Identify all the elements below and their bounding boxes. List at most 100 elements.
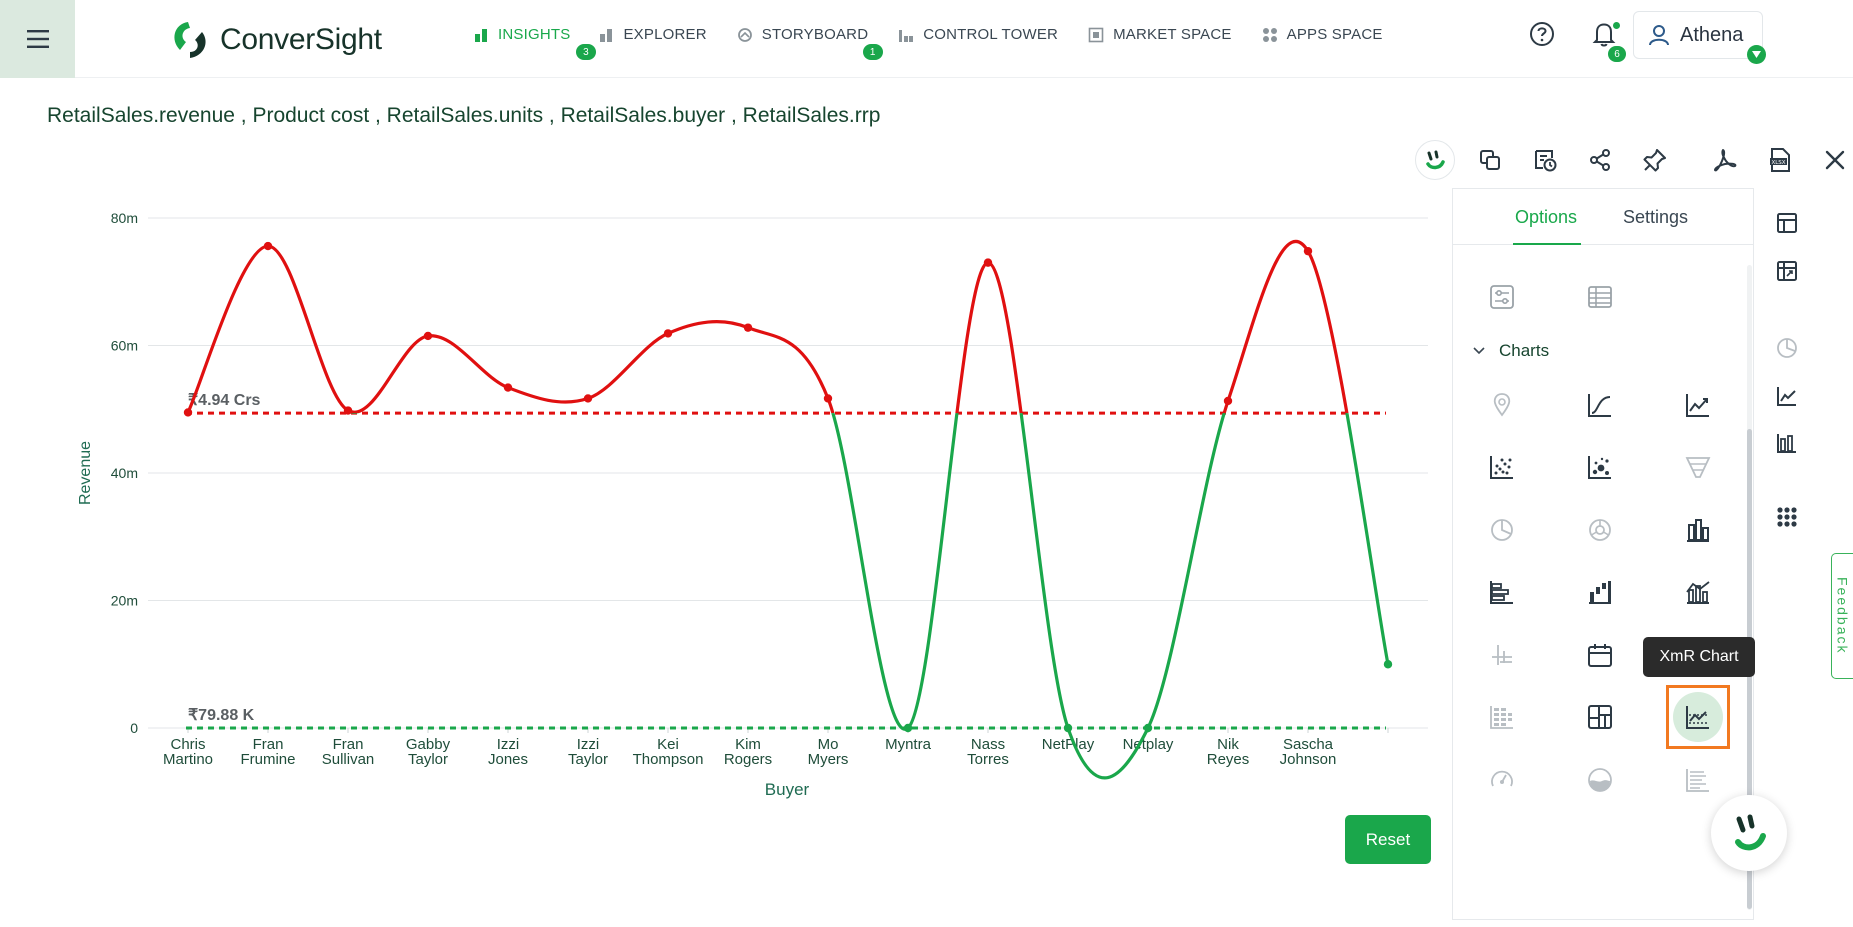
series-line-above xyxy=(186,240,1349,414)
data-point xyxy=(743,323,753,332)
share-button[interactable] xyxy=(1580,140,1620,180)
insights-badge: 3 xyxy=(576,44,596,60)
feedback-tab[interactable]: Feedback xyxy=(1831,553,1853,679)
data-point xyxy=(823,394,833,403)
chart-options-panel: Options Settings Charts xyxy=(1452,188,1754,920)
nav-explorer[interactable]: EXPLORER xyxy=(600,26,707,43)
pie-chart-icon xyxy=(1491,519,1513,541)
nav-market-space[interactable]: MARKET SPACE xyxy=(1088,26,1232,43)
app-logo[interactable]: ConverSight xyxy=(168,18,382,62)
x-tick-label: Kei Thompson xyxy=(633,736,704,768)
pdf-icon xyxy=(1714,149,1737,172)
scatter-chart-icon xyxy=(1490,456,1513,479)
storyboard-badge: 1 xyxy=(862,44,883,60)
apps-grid-icon xyxy=(1777,507,1797,527)
nav-insights[interactable]: INSIGHTS 3 xyxy=(475,26,596,60)
x-tick-label: Kim Rogers xyxy=(724,736,772,768)
y-tick-label: 0 xyxy=(130,720,138,736)
assistant-face-icon xyxy=(1426,150,1445,170)
spline-chart-option[interactable] xyxy=(1580,385,1620,425)
x-tick-label: Fran Sullivan xyxy=(322,736,375,768)
gauge-icon xyxy=(1491,770,1513,787)
chart-toolbar: XLSX xyxy=(1415,140,1853,180)
duplicate-button[interactable] xyxy=(1470,140,1510,180)
user-name: Athena xyxy=(1680,23,1744,46)
x-tick-label: Nass Torres xyxy=(967,736,1009,768)
line-chart-option[interactable] xyxy=(1678,385,1718,425)
progress-chart-option[interactable] xyxy=(1580,760,1620,800)
grid-table-icon xyxy=(1777,213,1797,233)
help-button[interactable] xyxy=(1522,14,1562,54)
rail-column-button[interactable] xyxy=(1772,428,1802,458)
nav-storyboard[interactable]: STORYBOARD 1 xyxy=(737,26,883,60)
assistant-button[interactable] xyxy=(1415,140,1455,180)
notifications-button[interactable]: 6 xyxy=(1584,14,1626,62)
conversight-logo-icon xyxy=(174,22,206,58)
gauge-chart-option[interactable] xyxy=(1482,760,1522,800)
pin-button[interactable] xyxy=(1635,140,1675,180)
nav-control-tower[interactable]: CONTROL TOWER xyxy=(898,26,1058,43)
scatter-chart-option[interactable] xyxy=(1482,447,1522,487)
y-tick-label: 60m xyxy=(111,338,138,354)
data-point xyxy=(983,258,993,267)
menu-button[interactable] xyxy=(0,0,75,78)
heatmap-option[interactable] xyxy=(1482,697,1522,737)
kpi-card-option[interactable] xyxy=(1482,277,1522,317)
user-icon xyxy=(1649,25,1669,46)
rail-pivot-button[interactable] xyxy=(1772,256,1802,286)
export-pdf-button[interactable] xyxy=(1705,140,1745,180)
rail-line-button[interactable] xyxy=(1772,381,1802,411)
rail-more-button[interactable] xyxy=(1772,502,1802,532)
xmr-line-chart: 80m 60m 40m 20m 0 Revenue Chris Martino Fran Frum… xyxy=(77,210,1428,799)
treemap-option[interactable] xyxy=(1580,697,1620,737)
x-tick-label: Gabby Taylor xyxy=(406,736,451,768)
notification-dot xyxy=(1613,22,1620,29)
bar-chart-option[interactable] xyxy=(1482,572,1522,612)
list-chart-option[interactable] xyxy=(1678,760,1718,800)
xlsx-file-icon: XLSX xyxy=(1770,148,1790,172)
column-chart-option[interactable] xyxy=(1678,510,1718,550)
kpi-card-icon xyxy=(1490,285,1514,309)
bubble-chart-option[interactable] xyxy=(1580,447,1620,487)
close-button[interactable] xyxy=(1815,140,1853,180)
schedule-button[interactable] xyxy=(1525,140,1565,180)
user-menu[interactable]: Athena xyxy=(1633,11,1763,59)
user-dropdown-icon[interactable] xyxy=(1747,45,1766,64)
apps-space-icon xyxy=(1262,27,1278,43)
xmr-chart-tooltip: XmR Chart xyxy=(1643,637,1755,677)
assistant-fab[interactable] xyxy=(1711,795,1787,871)
hamburger-icon xyxy=(26,30,49,48)
cross-tab-option[interactable] xyxy=(1482,635,1522,675)
pie-chart-option[interactable] xyxy=(1482,510,1522,550)
calendar-chart-option[interactable] xyxy=(1580,635,1620,675)
charts-section-header[interactable]: Charts xyxy=(1473,341,1549,361)
x-tick-label: Izzi Jones xyxy=(488,736,528,768)
bar-chart-icon xyxy=(475,28,489,42)
data-point xyxy=(903,723,913,733)
xmr-chart-option[interactable] xyxy=(1666,685,1730,749)
tab-settings[interactable]: Settings xyxy=(1623,207,1688,228)
x-tick-label: Mo Myers xyxy=(808,736,849,768)
nav-storyboard-label: STORYBOARD xyxy=(761,26,869,43)
funnel-chart-option[interactable] xyxy=(1678,447,1718,487)
table-option[interactable] xyxy=(1580,277,1620,317)
explorer-icon xyxy=(600,28,614,42)
data-point xyxy=(263,241,273,251)
tab-options[interactable]: Options xyxy=(1515,207,1577,228)
waterfall-chart-option[interactable] xyxy=(1580,572,1620,612)
list-report-icon xyxy=(1686,769,1709,792)
reset-button[interactable]: Reset xyxy=(1345,815,1431,864)
y-tick-label: 40m xyxy=(111,465,138,481)
donut-chart-option[interactable] xyxy=(1580,510,1620,550)
rail-pie-button[interactable] xyxy=(1772,333,1802,363)
nav-apps-space-label: APPS SPACE xyxy=(1286,26,1383,43)
upper-control-label: ₹4.94 Crs xyxy=(188,392,261,409)
export-xlsx-button[interactable]: XLSX xyxy=(1760,140,1800,180)
x-tick-label: Myntra xyxy=(885,736,932,753)
storyboard-icon xyxy=(737,27,753,43)
top-navbar: ConverSight INSIGHTS 3 EXPLORER STORYBOA… xyxy=(0,0,1853,78)
nav-apps-space[interactable]: APPS SPACE xyxy=(1262,26,1383,43)
map-chart-option[interactable] xyxy=(1482,385,1522,425)
rail-table-button[interactable] xyxy=(1772,208,1802,238)
combo-chart-option[interactable] xyxy=(1678,572,1718,612)
